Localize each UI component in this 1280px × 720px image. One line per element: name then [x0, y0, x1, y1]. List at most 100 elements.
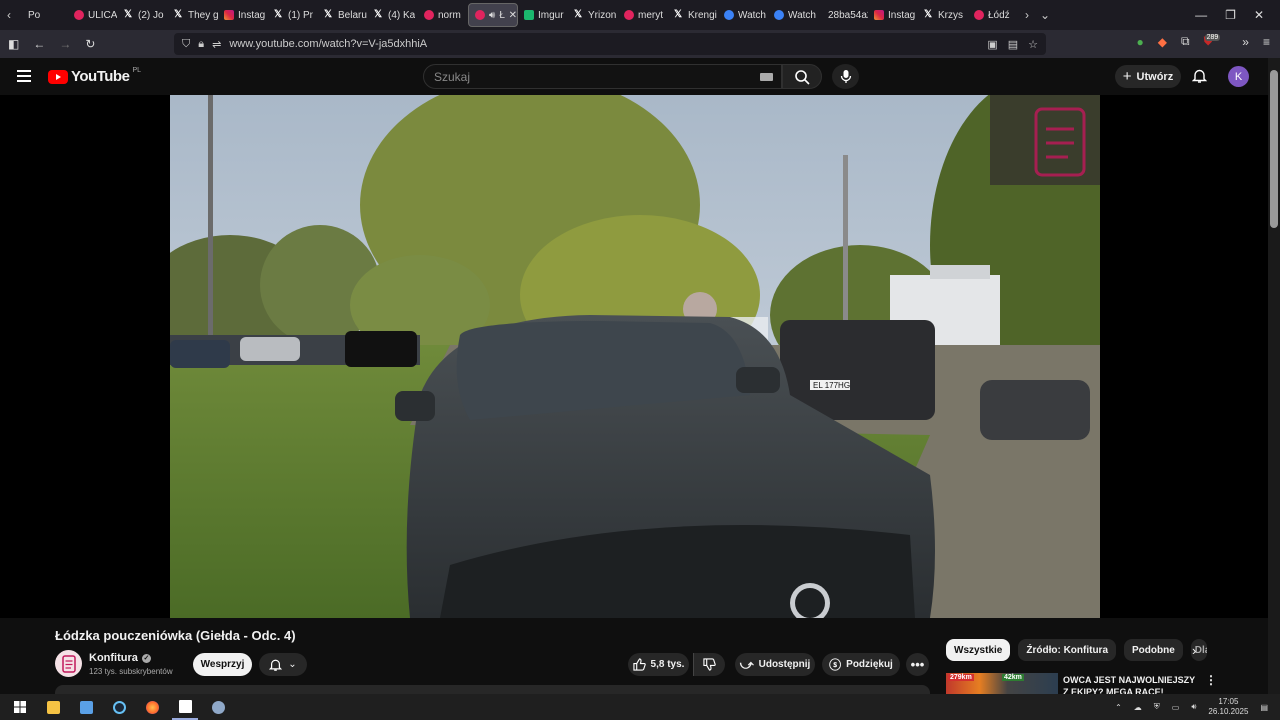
restore-icon[interactable]: ❐ [1225, 8, 1236, 22]
browser-tab-label: Po [28, 9, 41, 21]
volume-icon[interactable]: 🔊︎ [1191, 702, 1196, 712]
video-frame[interactable]: EL 177HG [170, 95, 1100, 618]
file-explorer-icon[interactable] [40, 694, 66, 720]
microphone-icon [840, 70, 851, 83]
security-icon[interactable]: ⛨ [1154, 702, 1160, 712]
browser-tab[interactable]: 𝕏 (1) Pr [268, 3, 318, 27]
voice-search-button[interactable] [832, 64, 859, 89]
support-button[interactable]: Wesprzyj [193, 653, 252, 676]
chip-next-icon[interactable]: › [1192, 643, 1196, 658]
reader-view-icon[interactable]: ▤ [1008, 38, 1018, 51]
browser-tab[interactable]: ULICA [68, 3, 118, 27]
tab-scroll-right-icon[interactable]: › [1018, 8, 1036, 22]
forward-icon[interactable]: → [59, 37, 71, 51]
bookmark-star-icon[interactable]: ☆ [1028, 38, 1038, 51]
thanks-button[interactable]: ⓢ Podziękuj [822, 653, 900, 676]
guide-menu-icon[interactable] [17, 70, 31, 82]
scrollbar-thumb[interactable] [1270, 70, 1278, 228]
browser-tab[interactable]: 𝕏 They g [168, 3, 218, 27]
page-scrollbar[interactable] [1268, 58, 1280, 694]
onedrive-icon[interactable]: ☁ [1134, 703, 1142, 712]
search-input[interactable]: Szukaj [423, 64, 782, 89]
chip-from-channel[interactable]: Źródło: Konfitura [1018, 639, 1117, 661]
fox-extension-icon[interactable]: ◆ [1158, 35, 1167, 49]
browser-tab[interactable]: 𝕏 Yrizon [568, 3, 618, 27]
toolbar-extensions: ● ◆ ⧉ ⛊289 » ≡ [1137, 34, 1270, 49]
browser-tab[interactable]: 🔊︎ Łód ✕ [468, 3, 518, 27]
browser-tab[interactable]: meryt [618, 3, 668, 27]
clock[interactable]: 17:05 26.10.2025 [1208, 697, 1248, 717]
recommended-video-thumbnail[interactable]: 279km 42km [946, 673, 1058, 694]
browser-tab[interactable]: 𝕏 Krengi [668, 3, 718, 27]
this-pc-icon[interactable] [73, 694, 99, 720]
start-button[interactable] [7, 694, 33, 720]
browser-tab[interactable]: Watch [718, 3, 768, 27]
browser-tab[interactable]: 𝕏 Krzys [918, 3, 968, 27]
permissions-icon[interactable]: ⇌ [212, 38, 221, 51]
dislike-button[interactable] [693, 653, 725, 676]
create-button[interactable]: + Utwórz [1115, 65, 1181, 88]
browser-tab[interactable]: 𝕏 (2) Jo [118, 3, 168, 27]
description-box[interactable] [55, 685, 930, 694]
firefox-icon[interactable] [139, 694, 165, 720]
url-text[interactable]: www.youtube.com/watch?v=V-ja5dxhhiA [229, 38, 427, 50]
clock-time: 17:05 [1218, 697, 1239, 706]
tab-list-icon[interactable]: ⌄ [1036, 8, 1054, 22]
url-bar[interactable]: ⛉ 🔒︎ ⇌ www.youtube.com/watch?v=V-ja5dxhh… [174, 33, 1046, 55]
steam-icon[interactable] [106, 694, 132, 720]
chip-related[interactable]: Podobne [1124, 639, 1183, 661]
browser-tab[interactable]: 28ba54a2 [818, 3, 868, 27]
browser-tab[interactable]: Łódź [968, 3, 1018, 27]
youtube-header: YouTube PL Szukaj + Utwórz K [0, 58, 1280, 95]
tab-audio-icon[interactable]: 🔊︎ [489, 10, 495, 21]
reload-icon[interactable]: ↻ [85, 37, 95, 51]
youtube-logo[interactable]: YouTube PL [48, 67, 141, 85]
channel-avatar[interactable] [55, 650, 82, 677]
close-window-icon[interactable]: ✕ [1254, 8, 1264, 22]
browser-tab[interactable]: norm [418, 3, 468, 27]
imgur-favicon-icon [524, 10, 534, 20]
tray-overflow-icon[interactable]: ⌃ [1115, 703, 1122, 712]
vpn-extension-icon[interactable]: ● [1137, 35, 1144, 49]
browser-tab-label: Instag [238, 9, 266, 21]
notifications-button[interactable] [1191, 68, 1208, 89]
like-button[interactable]: 5,8 tys. [628, 653, 689, 676]
browser-tab[interactable]: Imgur [518, 3, 568, 27]
sidebar-toggle-icon[interactable]: ◧ [8, 37, 19, 51]
lock-icon[interactable]: 🔒︎ [198, 38, 204, 51]
tab-scroll-left-icon[interactable]: ‹ [0, 8, 18, 22]
browser-tab[interactable]: Po [18, 3, 68, 27]
share-button[interactable]: ⤻ Udostępnij [735, 653, 815, 676]
notification-center-icon[interactable]: ▤ [1260, 703, 1268, 712]
keyboard-icon[interactable] [760, 73, 773, 81]
share-label: Udostępnij [758, 659, 811, 670]
network-icon[interactable]: ▭ [1172, 703, 1180, 712]
more-actions-button[interactable]: ••• [906, 653, 929, 676]
account-avatar[interactable]: K [1228, 66, 1249, 87]
browser-tab[interactable]: Instag [868, 3, 918, 27]
search-icon [795, 69, 810, 85]
recommended-video-title[interactable]: OWCA JEST NAJWOLNIEJSZY Z EKIPY? MEGA RA… [1063, 674, 1198, 694]
notes-app-icon[interactable] [172, 694, 198, 720]
search-button[interactable] [782, 64, 822, 89]
minimize-icon[interactable]: — [1195, 8, 1207, 22]
ublock-icon[interactable]: ⛊289 [1204, 34, 1229, 49]
chip-all[interactable]: Wszystkie [946, 639, 1011, 661]
app-menu-icon[interactable]: ≡ [1263, 35, 1270, 49]
extensions-icon[interactable]: ⧉ [1181, 34, 1190, 49]
pinned-app-icon[interactable] [205, 694, 231, 720]
shield-icon[interactable]: ⛉ [182, 38, 190, 51]
close-tab-icon[interactable]: ✕ [509, 10, 517, 21]
recommended-menu-icon[interactable]: ⋮ [1205, 673, 1217, 687]
browser-tab[interactable]: 𝕏 (4) Ka [368, 3, 418, 27]
browser-tab[interactable]: Watch [768, 3, 818, 27]
back-icon[interactable]: ← [33, 37, 45, 51]
browser-tab[interactable]: 𝕏 Belaru [318, 3, 368, 27]
video-player[interactable]: EL 177HG [0, 95, 1268, 618]
browser-tab-label: Yrizon [588, 9, 617, 21]
channel-name-link[interactable]: Konfitura ✓ [89, 652, 151, 664]
overflow-icon[interactable]: » [1242, 35, 1249, 49]
subscribed-notifications-button[interactable]: ⌄ [259, 653, 307, 676]
picture-in-picture-icon[interactable]: ▣ [987, 38, 997, 51]
browser-tab[interactable]: Instag [218, 3, 268, 27]
